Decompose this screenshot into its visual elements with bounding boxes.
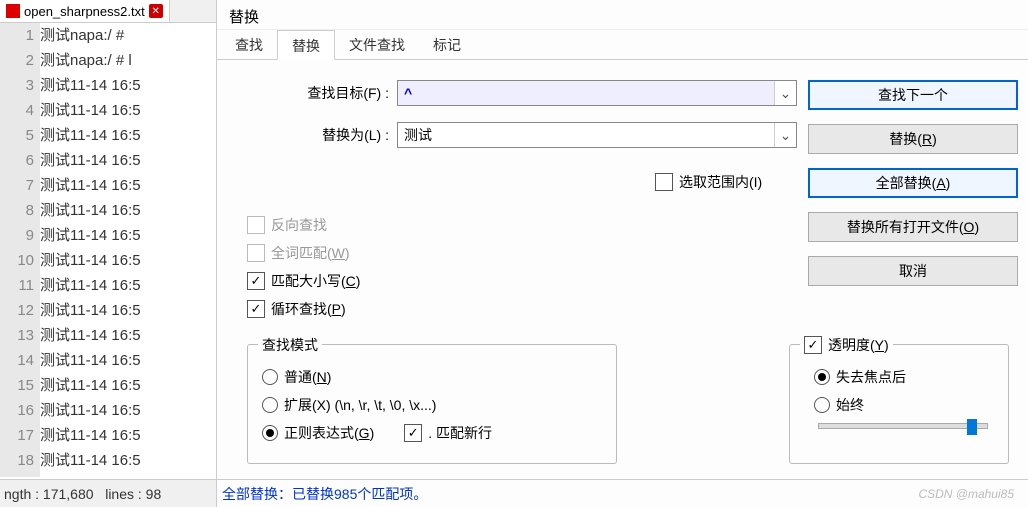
mode-extended[interactable]: 扩展(X) (\n, \r, \t, \0, \x...)	[262, 395, 602, 415]
radio-always[interactable]	[814, 397, 830, 413]
match-case-label: 匹配大小写(C)	[271, 271, 360, 291]
tab-find-in-files[interactable]: 文件查找	[335, 30, 419, 59]
wrap-label: 循环查找(P)	[271, 299, 346, 319]
dot-newline-option[interactable]: . 匹配新行	[404, 423, 492, 443]
whole-word-option[interactable]: 全词匹配(W)	[247, 243, 360, 263]
mode-normal[interactable]: 普通(N)	[262, 367, 602, 387]
tab-mark[interactable]: 标记	[419, 30, 475, 59]
checkbox-match-case[interactable]	[247, 272, 265, 290]
backward-option[interactable]: 反向查找	[247, 215, 360, 235]
checkbox-whole-word[interactable]	[247, 244, 265, 262]
dialog-body: 查找目标(F) : ⌄ 替换为(L) : ⌄ 选取范围内(I) 查找下一个 替换…	[217, 60, 1028, 479]
replace-button[interactable]: 替换(R)	[808, 124, 1018, 154]
mode-regex-label: 正则表达式(G)	[284, 423, 374, 443]
file-icon	[6, 4, 20, 18]
code-lines[interactable]: 测试napa:/ #测试napa:/ # l测试11-14 16:5测试11-1…	[40, 23, 216, 477]
find-label: 查找目标(F) :	[227, 83, 397, 103]
chevron-down-icon[interactable]: ⌄	[774, 123, 796, 147]
transparency-toggle[interactable]: 透明度(Y)	[800, 335, 893, 355]
dot-newline-label: . 匹配新行	[428, 423, 492, 443]
status-length-label: ngth :	[4, 486, 39, 502]
mode-regex[interactable]: 正则表达式(G) . 匹配新行	[262, 423, 602, 443]
radio-extended[interactable]	[262, 397, 278, 413]
trans-lose-focus[interactable]: 失去焦点后	[814, 367, 994, 387]
checkbox-dot-newline[interactable]	[404, 424, 422, 442]
search-mode-group: 查找模式 普通(N) 扩展(X) (\n, \r, \t, \0, \x...)…	[247, 344, 617, 464]
whole-word-label: 全词匹配(W)	[271, 243, 350, 263]
dialog-tabs: 查找 替换 文件查找 标记	[217, 30, 1028, 60]
chevron-down-icon[interactable]: ⌄	[774, 81, 796, 105]
mode-extended-label: 扩展(X) (\n, \r, \t, \0, \x...)	[284, 395, 436, 415]
options-column: 反向查找 全词匹配(W) 匹配大小写(C) 循环查找(P)	[247, 215, 360, 327]
replace-dialog: 替换 查找 替换 文件查找 标记 查找目标(F) : ⌄ 替换为(L) : ⌄ …	[216, 0, 1028, 507]
checkbox-wrap[interactable]	[247, 300, 265, 318]
status-message: 已替换985个匹配项。	[292, 484, 427, 504]
lose-focus-label: 失去焦点后	[836, 367, 906, 387]
slider-thumb[interactable]	[967, 419, 977, 435]
wrap-option[interactable]: 循环查找(P)	[247, 299, 360, 319]
watermark: CSDN @mahui85	[918, 487, 1014, 501]
radio-normal[interactable]	[262, 369, 278, 385]
radio-lose-focus[interactable]	[814, 369, 830, 385]
replace-all-open-button[interactable]: 替换所有打开文件(O)	[808, 212, 1018, 242]
line-gutter: 123456789101112131415161718	[0, 23, 40, 477]
close-icon[interactable]: ✕	[149, 4, 163, 18]
tab-replace[interactable]: 替换	[277, 30, 335, 60]
search-mode-title: 查找模式	[258, 335, 322, 355]
transparency-group: 透明度(Y) 失去焦点后 始终	[789, 344, 1009, 464]
checkbox-in-selection[interactable]	[655, 173, 673, 191]
status-prefix: 全部替换：	[222, 484, 292, 504]
backward-label: 反向查找	[271, 215, 327, 235]
dialog-title: 替换	[217, 0, 1028, 30]
find-combo[interactable]: ⌄	[397, 80, 797, 106]
always-label: 始终	[836, 395, 864, 415]
file-tab[interactable]: open_sharpness2.txt ✕	[0, 0, 170, 22]
status-lines-value: 98	[146, 486, 162, 502]
match-case-option[interactable]: 匹配大小写(C)	[247, 271, 360, 291]
cancel-button[interactable]: 取消	[808, 256, 1018, 286]
radio-regex[interactable]	[262, 425, 278, 441]
transparency-slider[interactable]	[818, 423, 988, 429]
replace-input[interactable]	[398, 123, 774, 147]
in-selection-label: 选取范围内(I)	[679, 172, 762, 192]
dialog-status-bar: 全部替换： 已替换985个匹配项。	[216, 479, 1028, 507]
find-next-button[interactable]: 查找下一个	[808, 80, 1018, 110]
checkbox-transparency[interactable]	[804, 336, 822, 354]
editor-tab-bar: open_sharpness2.txt ✕	[0, 0, 216, 23]
in-selection-option[interactable]: 选取范围内(I)	[655, 172, 762, 192]
button-column: 查找下一个 替换(R) 全部替换(A) 替换所有打开文件(O) 取消	[808, 80, 1018, 300]
editor-pane: open_sharpness2.txt ✕ 123456789101112131…	[0, 0, 216, 507]
status-length-value: 171,680	[43, 486, 94, 502]
replace-combo[interactable]: ⌄	[397, 122, 797, 148]
status-lines-label: lines :	[105, 486, 142, 502]
trans-always[interactable]: 始终	[814, 395, 994, 415]
tab-find[interactable]: 查找	[221, 30, 277, 59]
checkbox-backward[interactable]	[247, 216, 265, 234]
transparency-label: 透明度(Y)	[828, 335, 889, 355]
mode-normal-label: 普通(N)	[284, 367, 331, 387]
editor-status-bar: ngth : 171,680 lines : 98	[0, 479, 216, 507]
code-area[interactable]: 123456789101112131415161718 测试napa:/ #测试…	[0, 23, 216, 477]
find-input[interactable]	[398, 81, 774, 105]
file-tab-name: open_sharpness2.txt	[24, 4, 145, 19]
replace-all-button[interactable]: 全部替换(A)	[808, 168, 1018, 198]
replace-label: 替换为(L) :	[227, 125, 397, 145]
